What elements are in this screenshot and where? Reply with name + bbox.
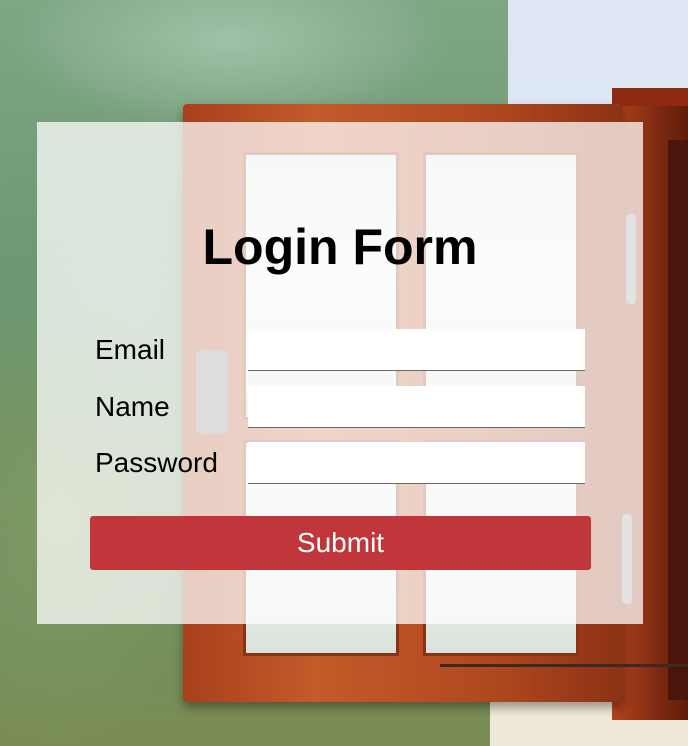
email-field[interactable]: [248, 329, 585, 371]
submit-button[interactable]: Submit: [90, 516, 591, 570]
name-row: Name: [95, 386, 585, 428]
shutter-rod: [440, 664, 688, 667]
email-row: Email: [95, 329, 585, 371]
email-label: Email: [95, 334, 166, 365]
name-label: Name: [95, 391, 170, 422]
password-field[interactable]: [248, 442, 585, 484]
form-title: Login Form: [202, 219, 478, 275]
name-field[interactable]: [248, 386, 585, 428]
password-label: Password: [95, 447, 218, 478]
login-form: Login Form Email Name Password Submit: [37, 122, 643, 624]
window-lintel: [612, 88, 688, 106]
password-row: Password: [95, 442, 585, 484]
page-root: Login Form Email Name Password Submit: [0, 0, 688, 746]
shutter-slot: [668, 140, 688, 700]
